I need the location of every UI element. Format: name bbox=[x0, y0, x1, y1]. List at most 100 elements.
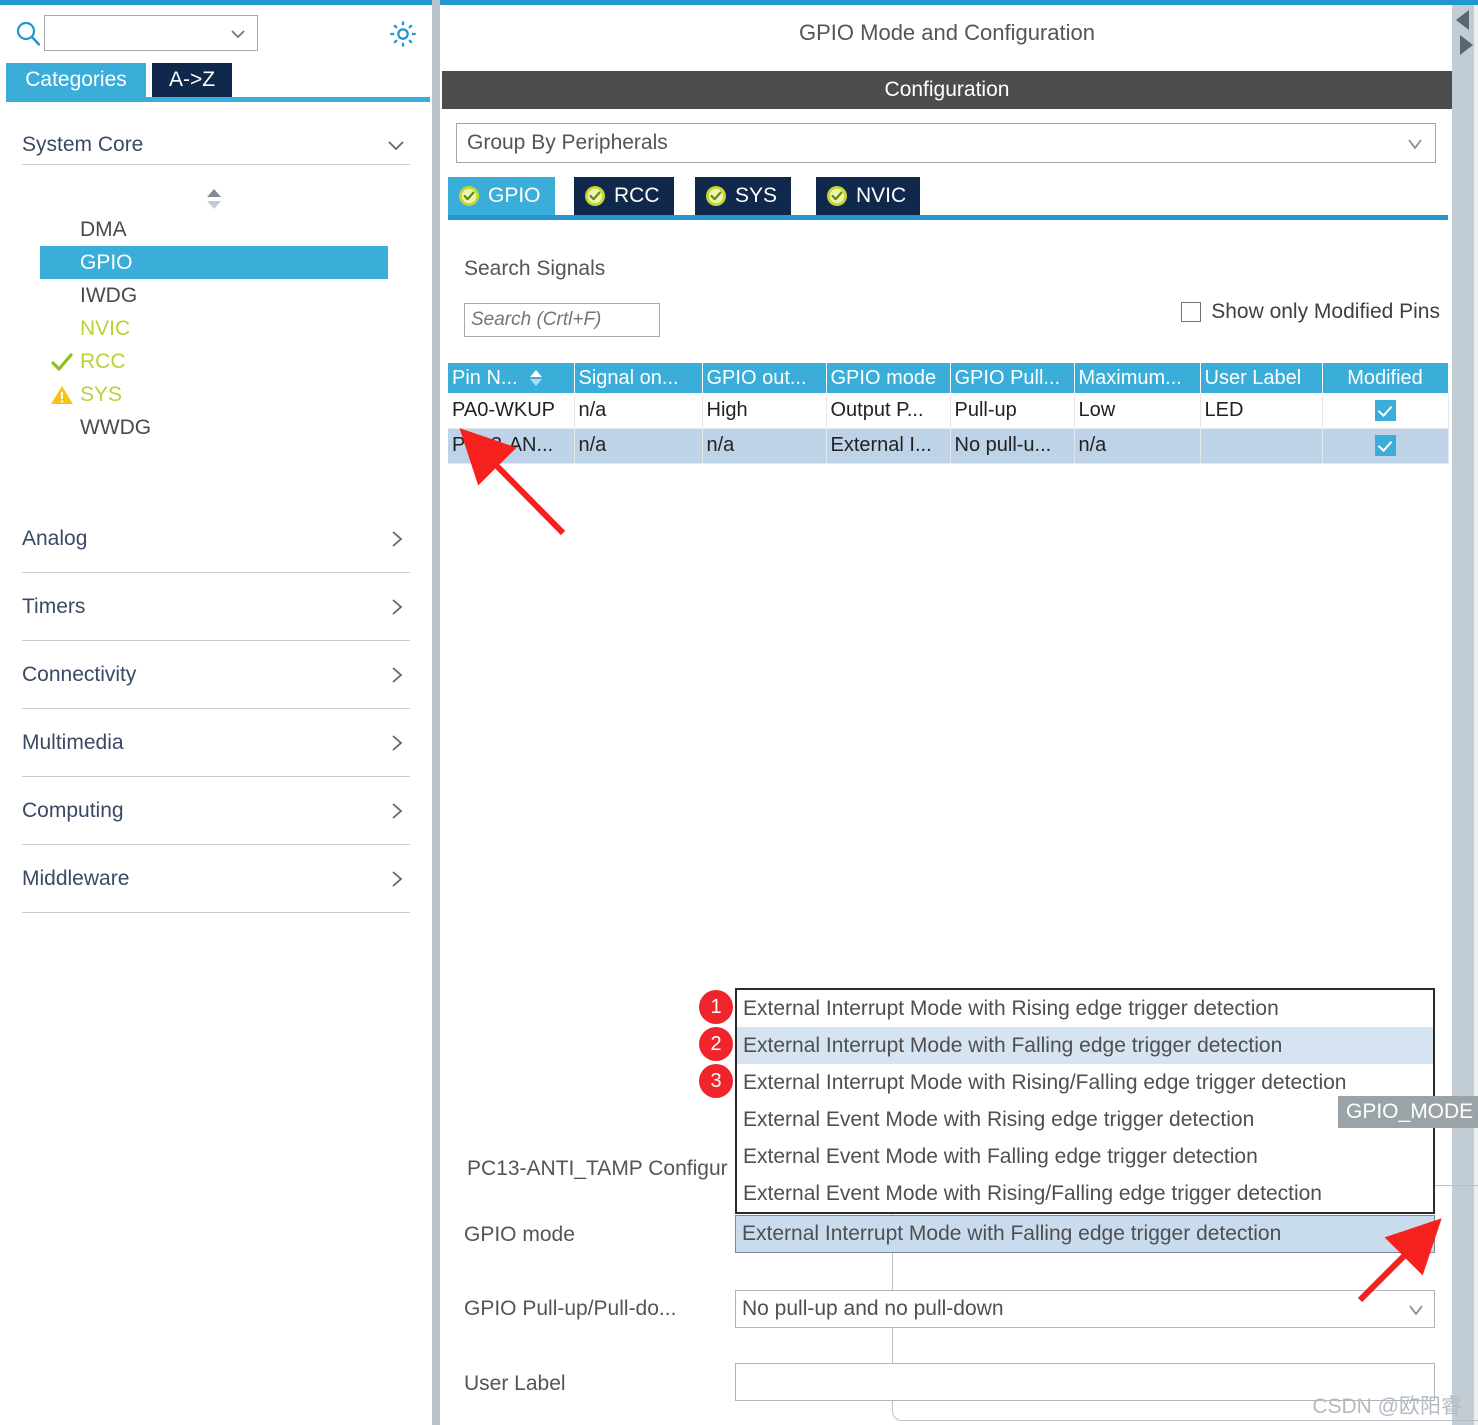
column-header-gpio-mode[interactable]: GPIO mode bbox=[826, 363, 951, 393]
search-signals-label: Search Signals bbox=[464, 257, 606, 280]
sidebar-group-middleware[interactable]: Middleware bbox=[22, 845, 410, 913]
show-only-modified-pins-row[interactable]: Show only Modified Pins bbox=[1181, 300, 1440, 324]
group-by-select[interactable]: Group By Peripherals bbox=[456, 123, 1436, 163]
dropdown-option[interactable]: External Interrupt Mode with Rising edge… bbox=[737, 990, 1433, 1027]
check-circle-icon bbox=[584, 185, 606, 207]
dropdown-option[interactable]: External Event Mode with Rising edge tri… bbox=[737, 1101, 1433, 1138]
gpio-mode-dropdown-list[interactable]: External Interrupt Mode with Rising edge… bbox=[735, 988, 1435, 1214]
cell-user-label bbox=[1200, 428, 1323, 464]
cell-user-label: LED bbox=[1200, 393, 1323, 429]
column-label: Pin N... bbox=[452, 366, 518, 389]
dropdown-option[interactable]: External Event Mode with Rising/Falling … bbox=[737, 1175, 1433, 1212]
column-header-gpio-output[interactable]: GPIO out... bbox=[702, 363, 827, 393]
column-header-gpio-pull[interactable]: GPIO Pull... bbox=[950, 363, 1075, 393]
sidebar-item-label: IWDG bbox=[80, 283, 138, 307]
left-sidebar: Categories A->Z System Core DMA GPIO IWD… bbox=[0, 5, 432, 1425]
tab-label: GPIO bbox=[488, 184, 541, 207]
group-by-value: Group By Peripherals bbox=[467, 131, 668, 154]
sidebar-group-computing[interactable]: Computing bbox=[22, 777, 410, 845]
sidebar-item-dma[interactable]: DMA bbox=[40, 213, 390, 246]
sidebar-group-system-core[interactable]: System Core bbox=[22, 125, 410, 165]
tab-sys[interactable]: SYS bbox=[695, 177, 794, 215]
sidebar-group-timers[interactable]: Timers bbox=[22, 573, 410, 641]
chevron-down-icon[interactable] bbox=[1406, 1301, 1426, 1319]
cell-gpio-mode: Output P... bbox=[826, 393, 951, 429]
dropdown-option[interactable]: External Interrupt Mode with Falling edg… bbox=[737, 1027, 1433, 1064]
gpio-mode-select[interactable]: External Interrupt Mode with Falling edg… bbox=[735, 1215, 1435, 1253]
cell-signal-on: n/a bbox=[574, 428, 703, 464]
column-header-user-label[interactable]: User Label bbox=[1200, 363, 1323, 393]
tab-nvic[interactable]: NVIC bbox=[816, 177, 923, 215]
sidebar-item-nvic[interactable]: NVIC bbox=[40, 312, 390, 345]
annotation-badge-1: 1 bbox=[699, 990, 733, 1024]
scroll-spinner-icon[interactable] bbox=[204, 187, 224, 211]
show-only-modified-pins-checkbox[interactable] bbox=[1181, 302, 1202, 322]
cell-gpio-output: n/a bbox=[702, 428, 827, 464]
panel-divider[interactable] bbox=[432, 0, 440, 1425]
cell-gpio-pull: Pull-up bbox=[950, 393, 1075, 429]
sidebar-item-gpio[interactable]: GPIO bbox=[40, 246, 388, 279]
sidebar-item-sys[interactable]: SYS bbox=[40, 378, 390, 411]
cell-maximum: Low bbox=[1074, 393, 1201, 429]
tab-label: RCC bbox=[614, 184, 660, 207]
cell-modified[interactable] bbox=[1322, 393, 1449, 429]
chevron-right-icon bbox=[388, 597, 406, 617]
gpio-pull-select[interactable]: No pull-up and no pull-down bbox=[735, 1290, 1435, 1328]
column-header-modified[interactable]: Modified bbox=[1322, 363, 1449, 393]
table-row[interactable]: PC13-AN... n/a n/a External I... No pull… bbox=[448, 428, 1449, 464]
gear-icon[interactable] bbox=[388, 19, 418, 49]
sidebar-group-label: Middleware bbox=[22, 866, 130, 890]
check-circle-icon bbox=[458, 185, 480, 207]
search-signals-input[interactable] bbox=[464, 303, 660, 337]
sidebar-item-iwdg[interactable]: IWDG bbox=[40, 279, 390, 312]
tab-gpio[interactable]: GPIO bbox=[448, 177, 557, 215]
sidebar-search-combo[interactable] bbox=[44, 15, 258, 51]
cell-pin-name: PC13-AN... bbox=[448, 428, 575, 464]
sidebar-peripheral-list: DMA GPIO IWDG NVIC RCC SYS WWDG bbox=[40, 213, 390, 444]
dropdown-option[interactable]: External Interrupt Mode with Rising/Fall… bbox=[737, 1064, 1433, 1101]
sort-arrows-icon bbox=[529, 369, 543, 387]
column-header-pin-name[interactable]: Pin N... bbox=[448, 363, 575, 393]
gpio-mode-value: External Interrupt Mode with Falling edg… bbox=[742, 1222, 1282, 1245]
cell-gpio-pull: No pull-u... bbox=[950, 428, 1075, 464]
tab-label: SYS bbox=[735, 184, 778, 207]
sidebar-group-multimedia[interactable]: Multimedia bbox=[22, 709, 410, 777]
sidebar-group-connectivity[interactable]: Connectivity bbox=[22, 641, 410, 709]
chevron-down-icon bbox=[1405, 135, 1425, 153]
tab-categories[interactable]: Categories bbox=[6, 63, 146, 97]
chevron-down-icon bbox=[386, 135, 406, 155]
sidebar-tabs-underline bbox=[6, 97, 430, 102]
sidebar-item-label: SYS bbox=[80, 382, 123, 406]
cell-modified[interactable] bbox=[1322, 428, 1449, 464]
column-header-signal-on[interactable]: Signal on... bbox=[574, 363, 703, 393]
tab-a-to-z[interactable]: A->Z bbox=[152, 63, 232, 97]
search-icon bbox=[14, 19, 42, 47]
dropdown-option[interactable]: External Event Mode with Falling edge tr… bbox=[737, 1138, 1433, 1175]
chevron-right-icon bbox=[388, 801, 406, 821]
panel-collapse-arrows-icon[interactable] bbox=[1452, 5, 1476, 63]
annotation-badge-3: 3 bbox=[699, 1064, 733, 1098]
tab-rcc[interactable]: RCC bbox=[574, 177, 676, 215]
show-only-modified-pins-label: Show only Modified Pins bbox=[1211, 300, 1440, 323]
modified-checkbox[interactable] bbox=[1374, 435, 1396, 457]
sidebar-search-input[interactable] bbox=[51, 20, 231, 46]
watermark: CSDN @欧阳睿 bbox=[1312, 1395, 1462, 1418]
sidebar-group-analog[interactable]: Analog bbox=[22, 505, 410, 573]
tab-label: NVIC bbox=[856, 184, 907, 207]
chevron-right-icon bbox=[388, 665, 406, 685]
cell-gpio-output: High bbox=[702, 393, 827, 429]
table-row[interactable]: PA0-WKUP n/a High Output P... Pull-up Lo… bbox=[448, 393, 1449, 429]
sidebar-item-label: WWDG bbox=[80, 415, 152, 439]
sidebar-item-rcc[interactable]: RCC bbox=[40, 345, 390, 378]
sidebar-item-label: DMA bbox=[80, 217, 127, 241]
column-header-maximum[interactable]: Maximum... bbox=[1074, 363, 1201, 393]
sidebar-search-row bbox=[0, 9, 432, 57]
user-label-label: User Label bbox=[464, 1372, 566, 1395]
chevron-down-icon[interactable] bbox=[1406, 1226, 1426, 1244]
sidebar-tabs: Categories A->Z bbox=[0, 63, 432, 101]
check-circle-icon bbox=[826, 185, 848, 207]
modified-checkbox[interactable] bbox=[1374, 399, 1396, 421]
sidebar-group-label: Computing bbox=[22, 798, 124, 822]
sidebar-item-label: GPIO bbox=[80, 250, 133, 274]
sidebar-item-wwdg[interactable]: WWDG bbox=[40, 411, 390, 444]
